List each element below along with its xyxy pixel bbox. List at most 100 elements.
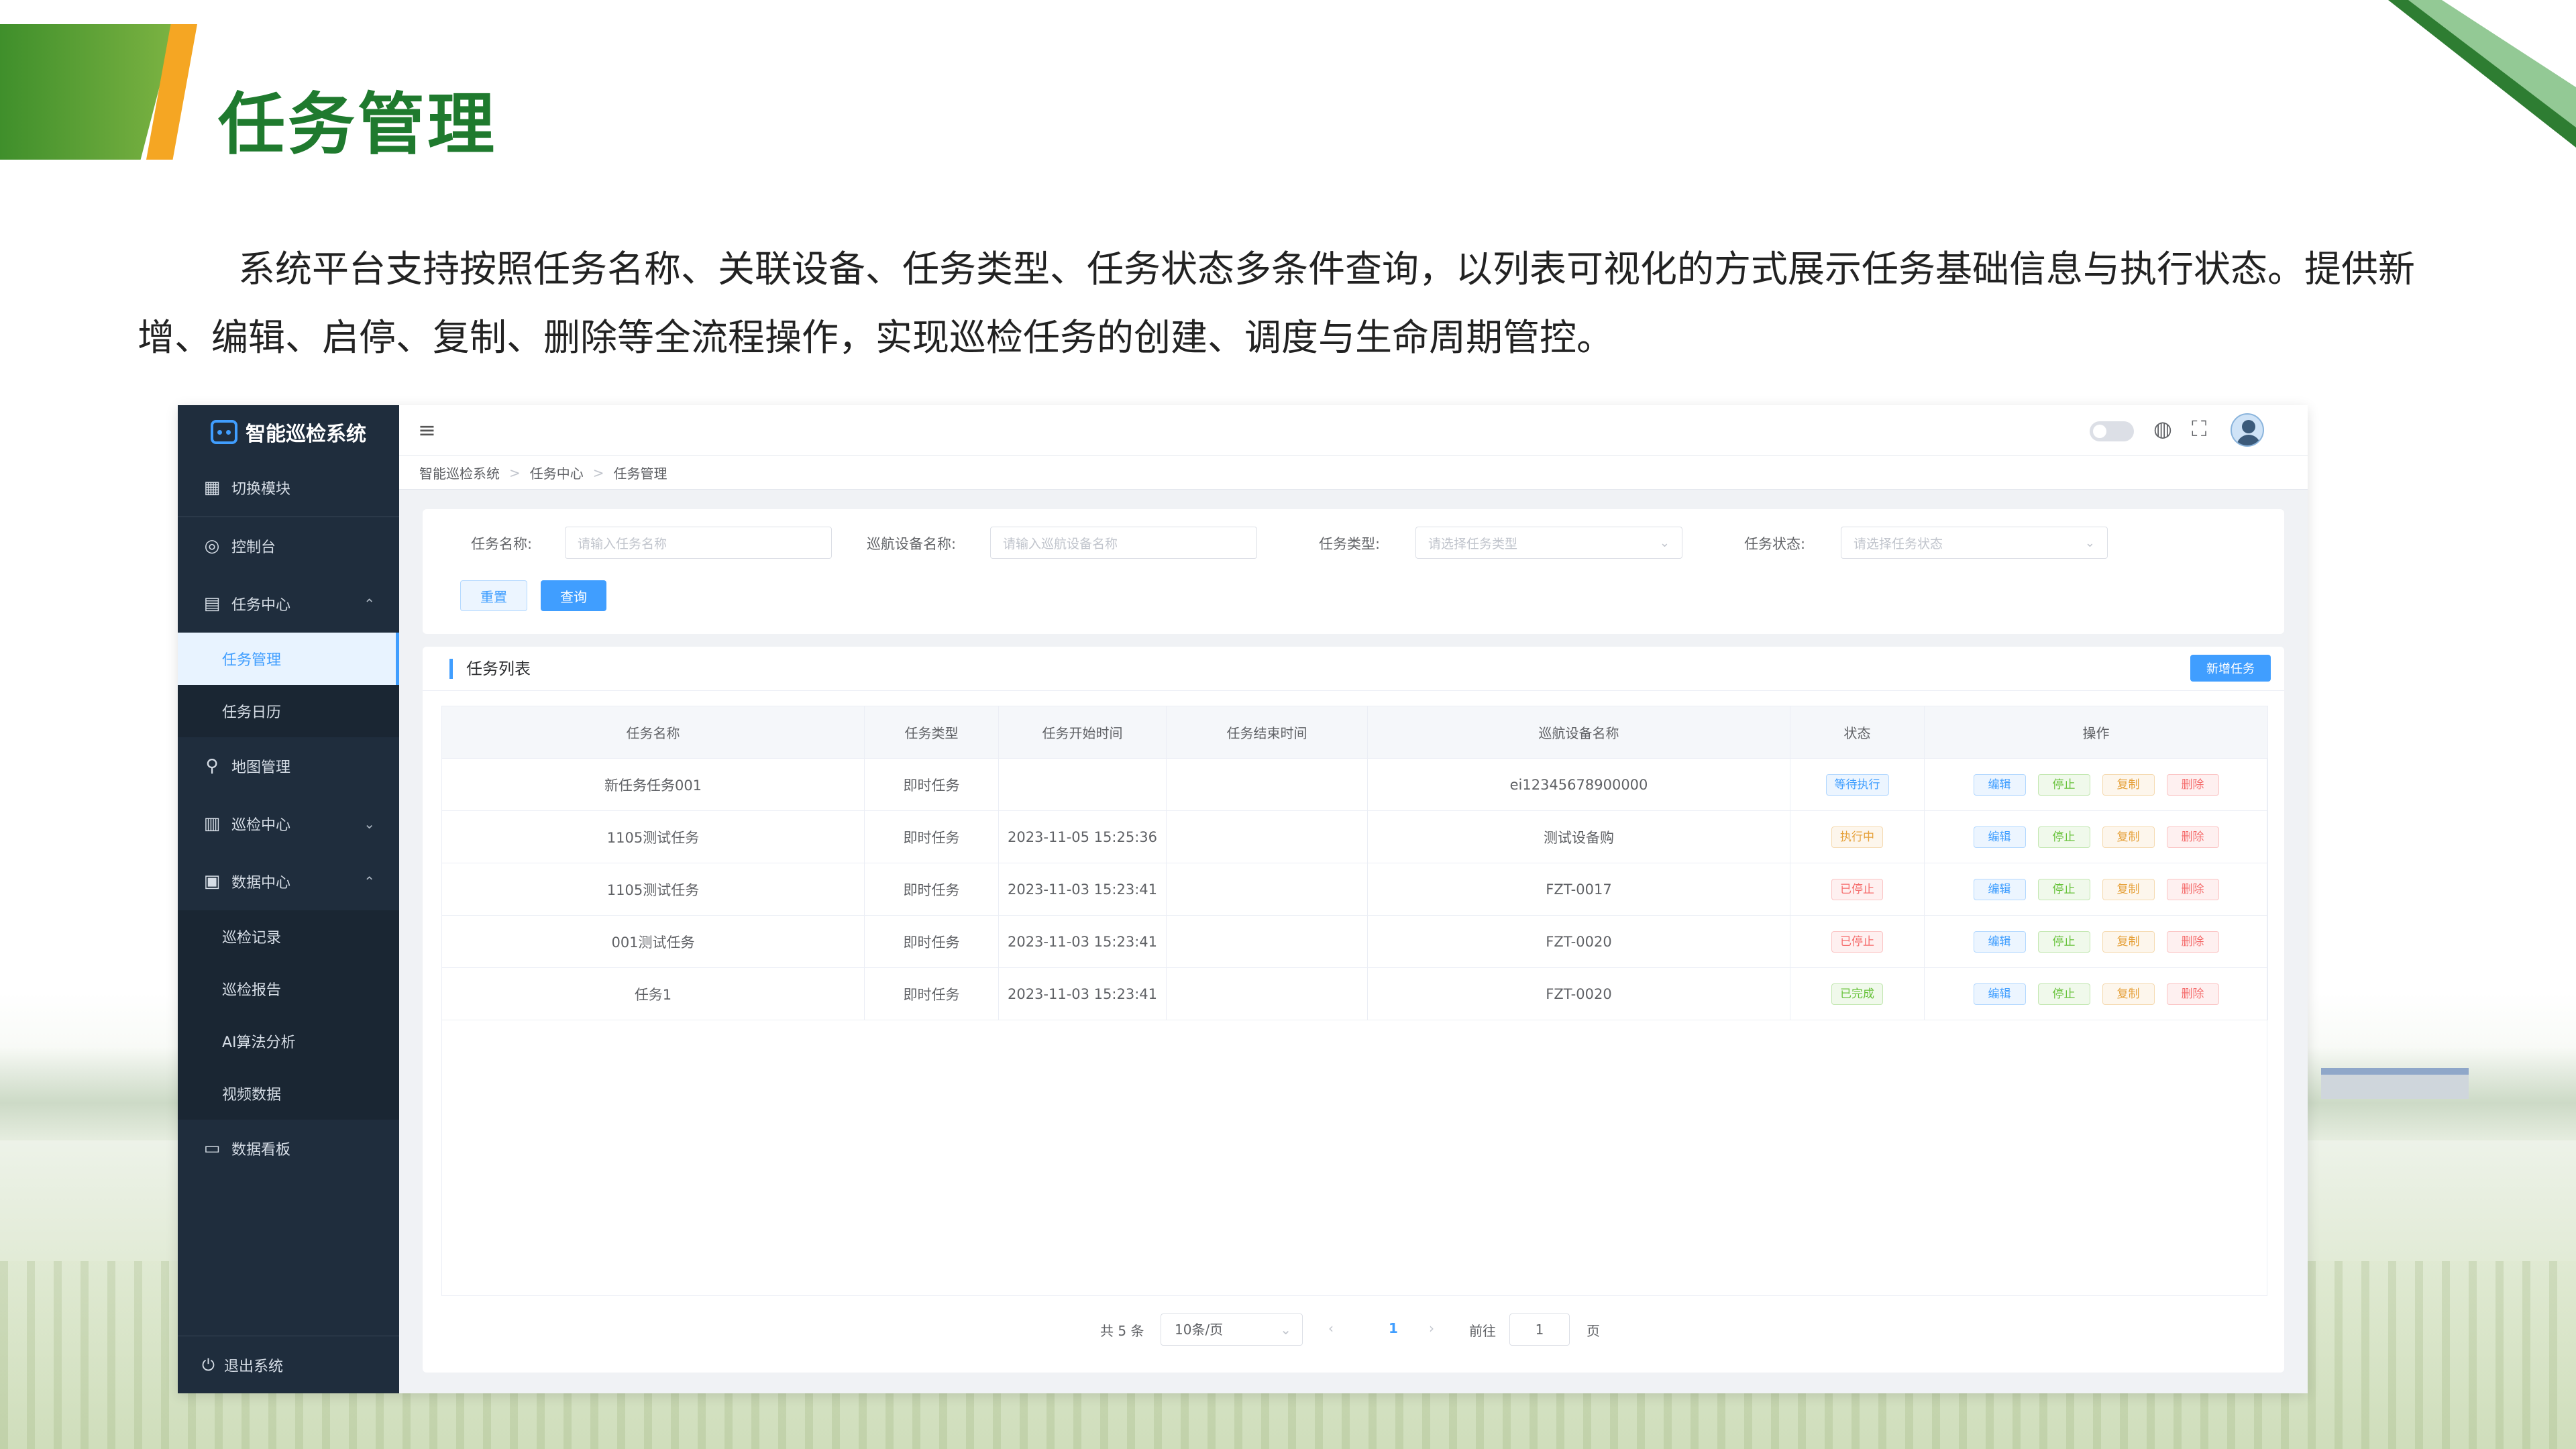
sidebar-item-map-manage[interactable]: ⚲ 地图管理 xyxy=(178,737,399,795)
task-type-select[interactable]: 请选择任务类型 ⌄ xyxy=(1415,527,1682,559)
sidebar-item-label: 数据看板 xyxy=(231,1142,291,1159)
sidebar-item-label: 巡检中心 xyxy=(231,817,291,834)
cell-end-time xyxy=(1166,967,1368,1020)
stop-button[interactable]: 停止 xyxy=(2037,983,2090,1005)
stop-button[interactable]: 停止 xyxy=(2037,930,2090,953)
column-header: 任务类型 xyxy=(864,706,999,759)
breadcrumb-item[interactable]: 任务中心 xyxy=(530,463,584,482)
next-page-icon[interactable]: › xyxy=(1429,1320,1434,1336)
device-name-label: 巡航设备名称: xyxy=(867,536,957,552)
task-status-select[interactable]: 请选择任务状态 ⌄ xyxy=(1841,527,2108,559)
status-badge: 已停止 xyxy=(1831,930,1883,953)
cell-task-name: 001测试任务 xyxy=(441,915,865,968)
sidebar-item-data-center[interactable]: ▣ 数据中心 ⌃ xyxy=(178,853,399,910)
cell-task-name: 任务1 xyxy=(441,967,865,1020)
cell-task-type: 即时任务 xyxy=(864,758,999,811)
column-header: 巡航设备名称 xyxy=(1367,706,1790,759)
edit-button[interactable]: 编辑 xyxy=(1973,826,2026,848)
device-name-input[interactable]: 请输入巡航设备名称 xyxy=(990,527,1257,559)
total-count: 共 5 条 xyxy=(1100,1323,1144,1339)
delete-button[interactable]: 删除 xyxy=(2166,878,2219,900)
edit-button[interactable]: 编辑 xyxy=(1973,773,2026,796)
delete-button[interactable]: 删除 xyxy=(2166,773,2219,796)
cell-status: 已完成 xyxy=(1790,967,1925,1020)
sidebar-item-task-manage[interactable]: 任务管理 xyxy=(178,633,399,685)
delete-button[interactable]: 删除 xyxy=(2166,983,2219,1005)
chevron-up-icon: ⌃ xyxy=(364,596,375,612)
prev-page-icon[interactable]: ‹ xyxy=(1328,1320,1334,1336)
sidebar-item-label: 切换模块 xyxy=(231,481,291,498)
copy-button[interactable]: 复制 xyxy=(2102,826,2155,848)
edit-button[interactable]: 编辑 xyxy=(1973,878,2026,900)
power-icon: ⏻ xyxy=(202,1355,215,1375)
stop-button[interactable]: 停止 xyxy=(2037,773,2090,796)
task-type-label: 任务类型: xyxy=(1319,536,1381,552)
edit-button[interactable]: 编辑 xyxy=(1973,983,2026,1005)
sidebar-item-video-data[interactable]: 视频数据 xyxy=(178,1067,399,1120)
cell-device: FZT-0020 xyxy=(1367,915,1790,968)
edit-button[interactable]: 编辑 xyxy=(1973,930,2026,953)
cell-task-type: 即时任务 xyxy=(864,863,999,916)
sidebar-item-patrol-record[interactable]: 巡检记录 xyxy=(178,910,399,963)
goto-page-input[interactable]: 1 xyxy=(1509,1313,1570,1346)
map-user-icon: ⚲ xyxy=(205,756,219,776)
pagination: 共 5 条 10条/页 ⌄ ‹ 1 › 前往 1 页 xyxy=(423,1311,2284,1351)
chart-icon: ▣ xyxy=(203,871,221,892)
task-name-label: 任务名称: xyxy=(471,536,533,552)
delete-button[interactable]: 删除 xyxy=(2166,930,2219,953)
sidebar-item-switch-module[interactable]: ▦ 切换模块 xyxy=(178,459,399,517)
avatar[interactable] xyxy=(2231,413,2264,447)
cell-status: 已停止 xyxy=(1790,915,1925,968)
globe-icon[interactable]: ◍ xyxy=(2153,416,2172,441)
copy-button[interactable]: 复制 xyxy=(2102,983,2155,1005)
cell-start-time: 2023-11-03 15:23:41 xyxy=(998,967,1167,1020)
page-size-value: 10条/页 xyxy=(1175,1322,1224,1338)
query-button[interactable]: 查询 xyxy=(541,580,606,611)
cell-device: FZT-0020 xyxy=(1367,967,1790,1020)
sidebar-item-ai-analysis[interactable]: AI算法分析 xyxy=(178,1015,399,1067)
sidebar-item-task-center[interactable]: ▤ 任务中心 ⌃ xyxy=(178,575,399,633)
goto-label: 前往 xyxy=(1469,1323,1496,1339)
stop-button[interactable]: 停止 xyxy=(2037,878,2090,900)
fullscreen-icon[interactable]: ⛶ xyxy=(2192,416,2206,442)
sidebar-item-console[interactable]: ◎ 控制台 xyxy=(178,517,399,575)
add-task-button[interactable]: 新增任务 xyxy=(2190,655,2271,682)
sidebar-item-task-calendar[interactable]: 任务日历 xyxy=(178,685,399,737)
breadcrumb: 智能巡检系统 > 任务中心 > 任务管理 xyxy=(399,456,2308,490)
cell-ops: 编辑 停止 复制 删除 xyxy=(1924,915,2268,968)
theme-toggle[interactable] xyxy=(2090,421,2134,441)
slide-title: 任务管理 xyxy=(218,85,497,164)
cell-device: 测试设备购 xyxy=(1367,810,1790,863)
stop-button[interactable]: 停止 xyxy=(2037,826,2090,848)
logo: 智能巡检系统 xyxy=(178,405,399,459)
cell-task-name: 1105测试任务 xyxy=(441,863,865,916)
sidebar-item-patrol-report[interactable]: 巡检报告 xyxy=(178,963,399,1015)
cell-end-time xyxy=(1166,758,1368,811)
reset-button[interactable]: 重置 xyxy=(460,580,527,611)
menu-toggle-icon[interactable]: ≡ xyxy=(418,417,436,443)
slide-description: 系统平台支持按照任务名称、关联设备、任务类型、任务状态多条件查询，以列表可视化的… xyxy=(138,248,2416,359)
breadcrumb-item[interactable]: 智能巡检系统 xyxy=(419,463,500,482)
task-name-placeholder: 请输入任务名称 xyxy=(578,536,667,551)
page-size-select[interactable]: 10条/页 ⌄ xyxy=(1161,1313,1303,1346)
chevron-down-icon: ⌄ xyxy=(364,816,375,832)
copy-button[interactable]: 复制 xyxy=(2102,930,2155,953)
task-list-panel: 任务列表 新增任务 任务名称 任务类型 任务开始时间 任务结束时间 巡航设备名称… xyxy=(423,647,2284,1373)
copy-button[interactable]: 复制 xyxy=(2102,878,2155,900)
column-header: 任务结束时间 xyxy=(1166,706,1368,759)
sidebar-item-label: 任务中心 xyxy=(231,597,291,614)
cell-task-type: 即时任务 xyxy=(864,915,999,968)
status-badge: 执行中 xyxy=(1831,826,1883,848)
table-row: 1105测试任务 即时任务 2023-11-03 15:23:41 FZT-00… xyxy=(441,863,2268,916)
logout-button[interactable]: ⏻ 退出系统 xyxy=(178,1336,399,1393)
copy-button[interactable]: 复制 xyxy=(2102,773,2155,796)
delete-button[interactable]: 删除 xyxy=(2166,826,2219,848)
cell-start-time: 2023-11-05 15:25:36 xyxy=(998,810,1167,863)
column-header: 状态 xyxy=(1790,706,1925,759)
robot-icon xyxy=(211,420,237,444)
sidebar-item-data-board[interactable]: ▭ 数据看板 xyxy=(178,1120,399,1177)
cell-ops: 编辑 停止 复制 删除 xyxy=(1924,758,2268,811)
sidebar-item-patrol-center[interactable]: ▥ 巡检中心 ⌄ xyxy=(178,795,399,853)
task-name-input[interactable]: 请输入任务名称 xyxy=(565,527,832,559)
page-number-current[interactable]: 1 xyxy=(1389,1320,1398,1336)
